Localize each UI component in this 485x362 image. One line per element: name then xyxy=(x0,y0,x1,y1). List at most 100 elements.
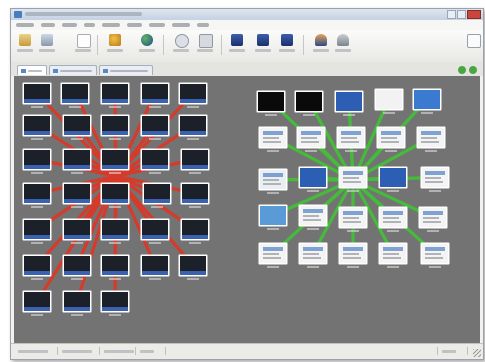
thumbnail-caption xyxy=(189,206,201,208)
desktop-thumbnail xyxy=(376,90,402,109)
menu-item[interactable] xyxy=(172,23,190,27)
menu-item[interactable] xyxy=(197,23,209,27)
tab-3[interactable] xyxy=(99,65,153,75)
window-strip xyxy=(263,247,283,251)
dark-desktop-thumbnail xyxy=(142,220,168,235)
search-icon[interactable] xyxy=(175,34,189,48)
menu-item[interactable] xyxy=(41,23,55,27)
tab-2[interactable] xyxy=(49,65,97,75)
monitor-add-icon[interactable] xyxy=(257,34,269,46)
menu-item[interactable] xyxy=(16,23,34,27)
thumbnail-caption xyxy=(429,266,441,268)
window-line xyxy=(383,257,401,259)
window-controls xyxy=(447,10,481,19)
toolbar xyxy=(11,30,483,63)
dark-desktop-thumbnail xyxy=(24,220,50,235)
window-line xyxy=(343,177,359,179)
dark-desktop-thumbnail xyxy=(102,220,128,235)
new-icon[interactable] xyxy=(19,34,31,46)
thumbnail-caption xyxy=(31,106,43,108)
resize-grip[interactable] xyxy=(473,349,481,357)
window-strip xyxy=(423,211,443,215)
grab-icon[interactable] xyxy=(199,34,213,48)
thumbnail-caption xyxy=(307,266,319,268)
thumbnail-caption xyxy=(425,150,437,152)
tab-monitor-icon xyxy=(103,69,108,73)
dark-desktop-thumbnail xyxy=(64,184,90,199)
maximize-button[interactable] xyxy=(457,10,466,19)
dark-desktop-thumbnail xyxy=(142,256,168,271)
window-line xyxy=(301,141,319,143)
toolbar-separator xyxy=(163,35,164,55)
desktop-thumbnail xyxy=(336,92,362,111)
desktop-thumbnail xyxy=(414,90,440,109)
minimize-button[interactable] xyxy=(447,10,456,19)
app-icon xyxy=(14,11,22,18)
thumbnail-caption xyxy=(347,190,359,192)
thumbnail-caption xyxy=(31,206,43,208)
person-icon[interactable] xyxy=(315,34,327,46)
dark-desktop-thumbnail xyxy=(182,184,208,199)
toolbar-label xyxy=(139,49,155,52)
window-line xyxy=(425,253,441,255)
taskbar-strip xyxy=(102,165,128,169)
thumbnail-caption xyxy=(307,190,319,192)
dark-desktop-thumbnail xyxy=(62,84,88,99)
thumbnail-caption xyxy=(71,206,83,208)
tab-scroll-left-icon[interactable] xyxy=(458,66,466,74)
menu-item[interactable] xyxy=(127,23,142,27)
status-cell xyxy=(167,347,438,355)
monitor-canvas[interactable] xyxy=(14,76,480,343)
save-icon[interactable] xyxy=(77,34,91,48)
thumbnail-caption xyxy=(71,138,83,140)
thumbnail-caption xyxy=(71,314,83,316)
thumbnail-caption xyxy=(267,266,279,268)
desktop-thumbnail xyxy=(296,92,322,111)
page-icon[interactable] xyxy=(467,34,481,48)
menu-item[interactable] xyxy=(84,23,95,27)
dark-desktop-thumbnail xyxy=(102,84,128,99)
tab-1[interactable] xyxy=(17,65,47,75)
taskbar-strip xyxy=(102,307,128,311)
close-button[interactable] xyxy=(467,10,481,19)
window-strip xyxy=(303,247,323,251)
taskbar-strip xyxy=(62,99,88,103)
thumbnail-caption xyxy=(387,266,399,268)
status-bar xyxy=(11,343,483,359)
thumbnail-caption xyxy=(31,138,43,140)
taskbar-strip xyxy=(24,99,50,103)
thumbnail-caption xyxy=(267,150,279,152)
toolbar-label xyxy=(17,49,33,52)
menu-item[interactable] xyxy=(102,23,120,27)
tab-scroll-right-icon[interactable] xyxy=(469,66,477,74)
users-icon[interactable] xyxy=(109,34,121,46)
menu-item[interactable] xyxy=(62,23,77,27)
taskbar-strip xyxy=(24,307,50,311)
window-line xyxy=(301,137,317,139)
taskbar-strip xyxy=(142,235,168,239)
window-line xyxy=(381,137,397,139)
monitor-group-icon[interactable] xyxy=(281,34,293,46)
dark-desktop-thumbnail xyxy=(182,150,208,165)
window-line xyxy=(341,137,357,139)
window-line xyxy=(263,257,281,259)
globe-icon[interactable] xyxy=(141,34,153,46)
dark-desktop-thumbnail xyxy=(24,150,50,165)
tab-bar xyxy=(11,62,483,76)
taskbar-strip xyxy=(142,99,168,103)
tab-monitor-icon xyxy=(21,69,26,73)
dark-desktop-thumbnail xyxy=(64,220,90,235)
thumbnail-caption xyxy=(347,266,359,268)
menu-bar xyxy=(11,20,483,30)
window-line xyxy=(425,181,443,183)
window-title xyxy=(25,11,155,17)
person-gray-icon[interactable] xyxy=(337,34,349,46)
thumbnail-map[interactable] xyxy=(14,76,480,343)
monitor-icon[interactable] xyxy=(231,34,243,46)
thumbnail-caption xyxy=(267,192,279,194)
open-icon[interactable] xyxy=(41,34,53,46)
dark-desktop-thumbnail xyxy=(24,116,50,131)
desktop-thumbnail xyxy=(300,168,326,187)
menu-item[interactable] xyxy=(149,23,165,27)
taskbar-strip xyxy=(182,165,208,169)
